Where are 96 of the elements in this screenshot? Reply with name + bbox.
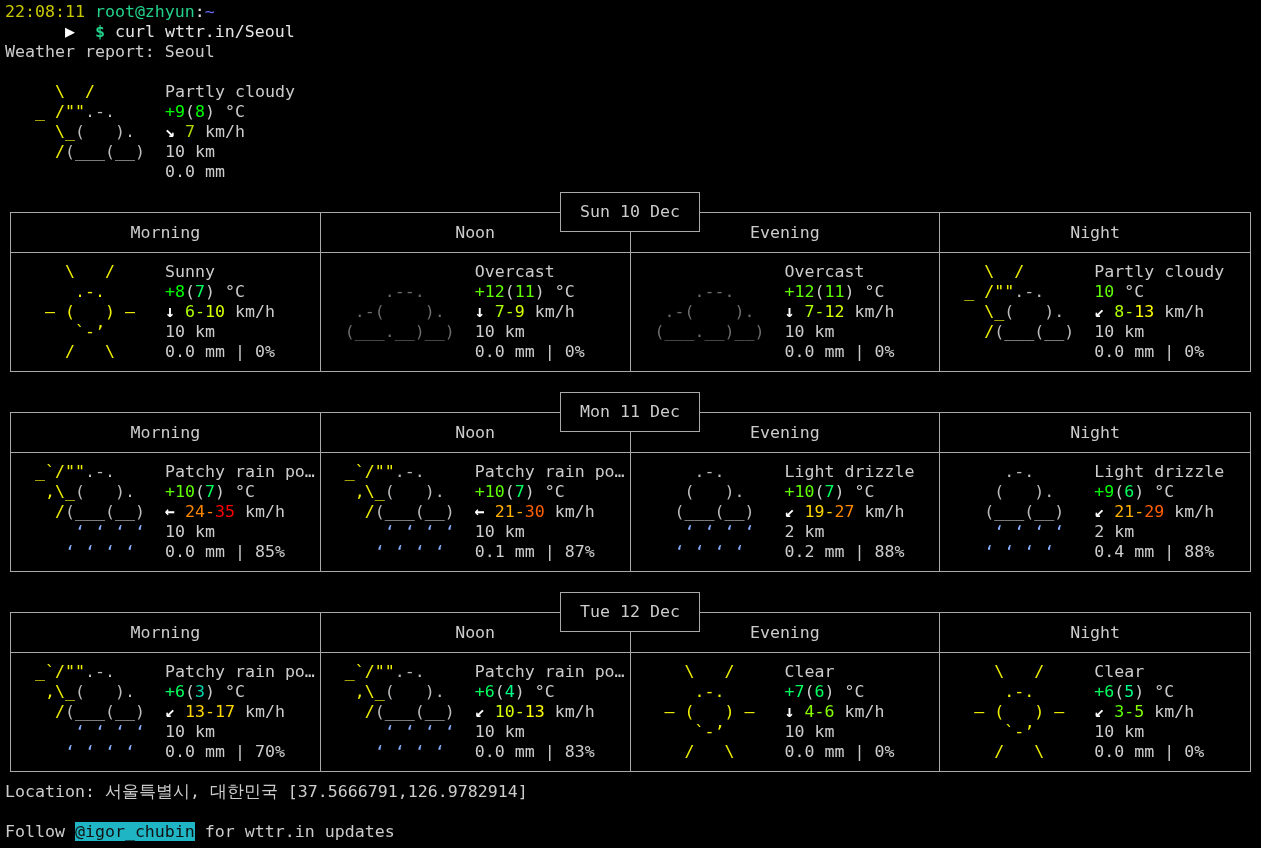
cloud-ascii-art: .--. .-( ). (___.__)__) xyxy=(653,282,765,342)
period-header: Morning xyxy=(11,213,321,253)
sun-rain-cloud-ascii-art: _`/"".-. ,\_( ). /(___(__) ‘ ‘ ‘ ‘ ‘ ‘ ‘ ‘ xyxy=(34,462,145,562)
prompt-time: 22:08:11 xyxy=(5,2,85,21)
weather-condition: Clear xyxy=(1094,662,1145,682)
precipitation-reading: 0.0 mm xyxy=(165,162,225,182)
weather-condition: Overcast xyxy=(474,262,555,282)
temperature-reading: +10(7) °C xyxy=(165,482,255,502)
weather-condition: Partly cloudy xyxy=(1094,262,1225,282)
prompt-path: ~ xyxy=(204,2,215,21)
sun-ascii-art: \ / .-. ― ( ) ― `-’ / \ xyxy=(43,262,135,362)
prompt-user-host: root@zhyun xyxy=(94,2,195,21)
author-handle-link[interactable]: @igor_chubin xyxy=(74,822,195,841)
wind-reading: ↓ 6-10 km/h xyxy=(165,302,275,322)
precipitation-reading: 0.0 mm | 0% xyxy=(474,342,585,362)
wind-reading: ↙ 8-13 km/h xyxy=(1094,302,1205,322)
command-text: curl wttr.in/Seoul xyxy=(114,22,295,41)
temperature-reading: +6(5) °C xyxy=(1094,682,1175,702)
temperature-reading: +8(7) °C xyxy=(165,282,245,302)
weather-condition: Clear xyxy=(784,662,835,682)
temperature-reading: +12(11) °C xyxy=(474,282,575,302)
precipitation-reading: 0.0 mm | 0% xyxy=(1094,342,1205,362)
prompt-separator: : xyxy=(194,2,205,21)
precipitation-reading: 0.0 mm | 0% xyxy=(1094,742,1205,762)
temperature-reading: +10(7) °C xyxy=(784,482,875,502)
sun-ascii-art: \ / .-. ― ( ) ― `-’ / \ xyxy=(663,662,755,762)
sun-ascii-art: \ / .-. ― ( ) ― `-’ / \ xyxy=(973,662,1065,762)
wind-reading: ↓ 7-9 km/h xyxy=(474,302,575,322)
temperature-reading: +10(7) °C xyxy=(474,482,565,502)
report-title: Weather report: Seoul xyxy=(5,42,215,61)
weather-condition: Patchy rain po… xyxy=(474,462,625,482)
visibility-reading: 10 km xyxy=(474,522,525,542)
precipitation-reading: 0.2 mm | 88% xyxy=(784,542,905,562)
precipitation-reading: 0.0 mm | 0% xyxy=(784,342,895,362)
precipitation-reading: 0.0 mm | 85% xyxy=(165,542,285,562)
wind-reading: ↙ 19-27 km/h xyxy=(784,502,905,522)
temperature-reading: +9(6) °C xyxy=(1094,482,1175,502)
visibility-reading: 10 km xyxy=(784,722,835,742)
visibility-reading: 2 km xyxy=(784,522,825,542)
visibility-reading: 10 km xyxy=(1094,322,1145,342)
wind-reading: ↙ 21-29 km/h xyxy=(1094,502,1215,522)
period-header: Night xyxy=(940,213,1250,253)
wind-reading: ← 21-30 km/h xyxy=(474,502,595,522)
prompt-arrow-icon: ▶ xyxy=(65,22,75,41)
visibility-reading: 10 km xyxy=(1094,722,1145,742)
weather-condition: Patchy rain po… xyxy=(474,662,625,682)
temperature-reading: +9(8) °C xyxy=(165,102,245,122)
sun-cloud-ascii-art: \ / _ /"".-. \_( ). /(___(__) xyxy=(963,262,1075,342)
temperature-reading: +7(6) °C xyxy=(784,682,865,702)
wind-reading: ↙ 10-13 km/h xyxy=(474,702,595,722)
visibility-reading: 10 km xyxy=(165,522,215,542)
sun-rain-cloud-ascii-art: _`/"".-. ,\_( ). /(___(__) ‘ ‘ ‘ ‘ ‘ ‘ ‘ ‘ xyxy=(34,662,145,762)
temperature-reading: 10 °C xyxy=(1094,282,1145,302)
weather-condition: Patchy rain po… xyxy=(165,462,315,482)
wind-reading: ↙ 3-5 km/h xyxy=(1094,702,1195,722)
precipitation-reading: 0.0 mm | 83% xyxy=(474,742,595,762)
sun-rain-cloud-ascii-art: _`/"".-. ,\_( ). /(___(__) ‘ ‘ ‘ ‘ ‘ ‘ ‘ ‘ xyxy=(343,662,455,762)
precipitation-reading: 0.0 mm | 70% xyxy=(165,742,285,762)
weather-condition: Light drizzle xyxy=(1094,462,1225,482)
cloud-ascii-art: .--. .-( ). (___.__)__) xyxy=(343,282,455,342)
period-header: Morning xyxy=(11,613,321,653)
wind-reading: ↓ 4-6 km/h xyxy=(784,702,885,722)
follow-text: Follow xyxy=(5,822,65,841)
weather-condition: Partly cloudy xyxy=(165,82,295,102)
visibility-reading: 10 km xyxy=(474,322,525,342)
weather-condition: Sunny xyxy=(165,262,215,282)
wind-reading: ← 24-35 km/h xyxy=(165,502,285,522)
sun-cloud-ascii-art: \ / _ /"".-. \_( ). /(___(__) xyxy=(34,82,145,162)
period-header: Night xyxy=(940,413,1250,453)
visibility-reading: 10 km xyxy=(165,142,215,162)
rain-cloud-ascii-art: .-. ( ). (___(__) ‘ ‘ ‘ ‘ ‘ ‘ ‘ ‘ xyxy=(983,462,1065,562)
visibility-reading: 10 km xyxy=(784,322,835,342)
period-header: Night xyxy=(940,613,1250,653)
rain-cloud-ascii-art: .-. ( ). (___(__) ‘ ‘ ‘ ‘ ‘ ‘ ‘ ‘ xyxy=(673,462,755,562)
temperature-reading: +6(3) °C xyxy=(165,682,245,702)
weather-condition: Patchy rain po… xyxy=(165,662,315,682)
wind-reading: ↘ 7 km/h xyxy=(165,122,245,142)
visibility-reading: 10 km xyxy=(165,322,215,342)
period-header: Morning xyxy=(11,413,321,453)
weather-condition: Light drizzle xyxy=(784,462,915,482)
wind-reading: ↓ 7-12 km/h xyxy=(784,302,895,322)
temperature-reading: +12(11) °C xyxy=(784,282,885,302)
precipitation-reading: 0.4 mm | 88% xyxy=(1094,542,1215,562)
visibility-reading: 2 km xyxy=(1094,522,1135,542)
precipitation-reading: 0.1 mm | 87% xyxy=(474,542,595,562)
visibility-reading: 10 km xyxy=(474,722,525,742)
wind-reading: ↙ 13-17 km/h xyxy=(165,702,285,722)
prompt-symbol: $ xyxy=(94,22,105,41)
sun-rain-cloud-ascii-art: _`/"".-. ,\_( ). /(___(__) ‘ ‘ ‘ ‘ ‘ ‘ ‘ ‘ xyxy=(343,462,455,562)
visibility-reading: 10 km xyxy=(165,722,215,742)
follow-text: for wttr.in updates xyxy=(204,822,395,841)
location-text: Location: 서울특별시, 대한민국 [37.5666791,126.9782914] xyxy=(5,782,528,801)
weather-condition: Overcast xyxy=(784,262,865,282)
precipitation-reading: 0.0 mm | 0% xyxy=(784,742,895,762)
precipitation-reading: 0.0 mm | 0% xyxy=(165,342,275,362)
temperature-reading: +6(4) °C xyxy=(474,682,555,702)
